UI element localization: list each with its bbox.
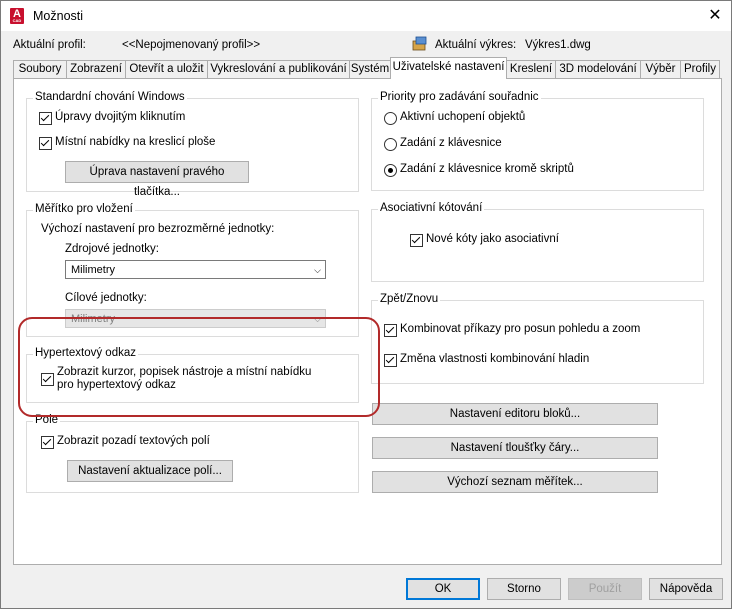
target-units-label: Cílové jednotky: bbox=[65, 292, 147, 304]
tab-open-save[interactable]: Otevřít a uložit bbox=[125, 60, 208, 78]
source-units-select[interactable]: Milimetry ⌵ bbox=[65, 260, 326, 279]
associative-dim-title: Asociativní kótování bbox=[378, 202, 485, 214]
tab-files[interactable]: Soubory bbox=[13, 60, 67, 78]
windows-behavior-group: Standardní chování Windows Úpravy dvojit… bbox=[26, 91, 359, 198]
lineweight-settings-button[interactable]: Nastavení tloušťky čáry... bbox=[372, 437, 658, 459]
profile-value: <<Nepojmenovaný profil>> bbox=[122, 39, 261, 51]
drawing-value: Výkres1.dwg bbox=[525, 39, 591, 51]
help-button[interactable]: Nápověda bbox=[649, 578, 723, 600]
radio-keyboard-entry[interactable] bbox=[384, 138, 397, 151]
fields-group: Pole Zobrazit pozadí textových polí Nast… bbox=[26, 414, 359, 493]
tab-selection[interactable]: Výběr bbox=[640, 60, 681, 78]
undo-redo-title: Zpět/Znovu bbox=[378, 293, 441, 305]
radio-keyboard-except-scripts[interactable] bbox=[384, 164, 397, 177]
field-update-settings-button[interactable]: Nastavení aktualizace polí... bbox=[67, 460, 233, 482]
tab-display[interactable]: Zobrazení bbox=[66, 60, 126, 78]
radio-running-osnap-label: Aktivní uchopení objektů bbox=[400, 111, 526, 123]
insertion-scale-title: Měřítko pro vložení bbox=[33, 203, 135, 215]
field-background-checkbox[interactable] bbox=[41, 436, 54, 449]
combine-zoom-pan-label: Kombinovat příkazy pro posun pohledu a z… bbox=[400, 323, 641, 335]
undo-redo-group: Zpět/Znovu Kombinovat příkazy pro posun … bbox=[371, 293, 704, 384]
source-units-label: Zdrojové jednotky: bbox=[65, 243, 159, 255]
tab-system[interactable]: Systém bbox=[349, 60, 391, 78]
combine-layer-checkbox[interactable] bbox=[384, 354, 397, 367]
ok-button[interactable]: OK bbox=[406, 578, 480, 600]
red-highlight-annotation bbox=[18, 317, 380, 417]
coordinate-priority-group: Priority pro zadávání souřadnic Aktivní … bbox=[371, 91, 704, 191]
window-title: Možnosti bbox=[33, 9, 84, 23]
field-background-label: Zobrazit pozadí textových polí bbox=[57, 435, 210, 447]
tab-user-preferences[interactable]: Uživatelské nastavení bbox=[390, 57, 507, 79]
tab-plot-publish[interactable]: Vykreslování a publikování bbox=[207, 60, 350, 78]
shortcut-menus-checkbox[interactable] bbox=[39, 137, 52, 150]
block-editor-settings-button[interactable]: Nastavení editoru bloků... bbox=[372, 403, 658, 425]
combine-layer-label: Změna vlastnosti kombinování hladin bbox=[400, 353, 590, 365]
radio-keyboard-entry-label: Zadání z klávesnice bbox=[400, 137, 502, 149]
double-click-checkbox[interactable] bbox=[39, 112, 52, 125]
associative-dims-checkbox[interactable] bbox=[410, 234, 423, 247]
shortcut-menus-label: Místní nabídky na kreslicí ploše bbox=[55, 136, 216, 148]
cancel-button[interactable]: Storno bbox=[487, 578, 561, 600]
title-bar: A CAD Možnosti ✕ bbox=[1, 1, 731, 31]
chevron-down-icon: ⌵ bbox=[314, 265, 321, 275]
windows-behavior-title: Standardní chování Windows bbox=[33, 91, 187, 103]
associative-dim-group: Asociativní kótování Nové kóty jako asoc… bbox=[371, 202, 704, 282]
associative-dims-label: Nové kóty jako asociativní bbox=[426, 233, 559, 245]
double-click-label: Úpravy dvojitým kliknutím bbox=[55, 111, 186, 123]
profile-label: Aktuální profil: bbox=[13, 39, 86, 51]
options-dialog: A CAD Možnosti ✕ Aktuální profil: <<Nepoj… bbox=[0, 0, 732, 609]
tab-drafting[interactable]: Kreslení bbox=[506, 60, 556, 78]
drawing-icon bbox=[412, 36, 427, 51]
radio-keyboard-except-scripts-label: Zadání z klávesnice kromě skriptů bbox=[400, 163, 574, 175]
combine-zoom-pan-checkbox[interactable] bbox=[384, 324, 397, 337]
apply-button[interactable]: Použít bbox=[568, 578, 642, 600]
tab-profiles[interactable]: Profily bbox=[680, 60, 720, 78]
drawing-label: Aktuální výkres: bbox=[435, 39, 517, 51]
tab-3d-modeling[interactable]: 3D modelování bbox=[555, 60, 641, 78]
default-scale-list-button[interactable]: Výchozí seznam měřítek... bbox=[372, 471, 658, 493]
close-icon[interactable]: ✕ bbox=[701, 3, 729, 29]
autocad-app-icon: A CAD bbox=[10, 8, 24, 24]
radio-running-osnap[interactable] bbox=[384, 112, 397, 125]
insertion-scale-description: Výchozí nastavení pro bezrozměrné jednot… bbox=[41, 223, 275, 235]
coordinate-priority-title: Priority pro zadávání souřadnic bbox=[378, 91, 541, 103]
right-click-customization-button[interactable]: Úprava nastavení pravého tlačítka... bbox=[65, 161, 249, 198]
